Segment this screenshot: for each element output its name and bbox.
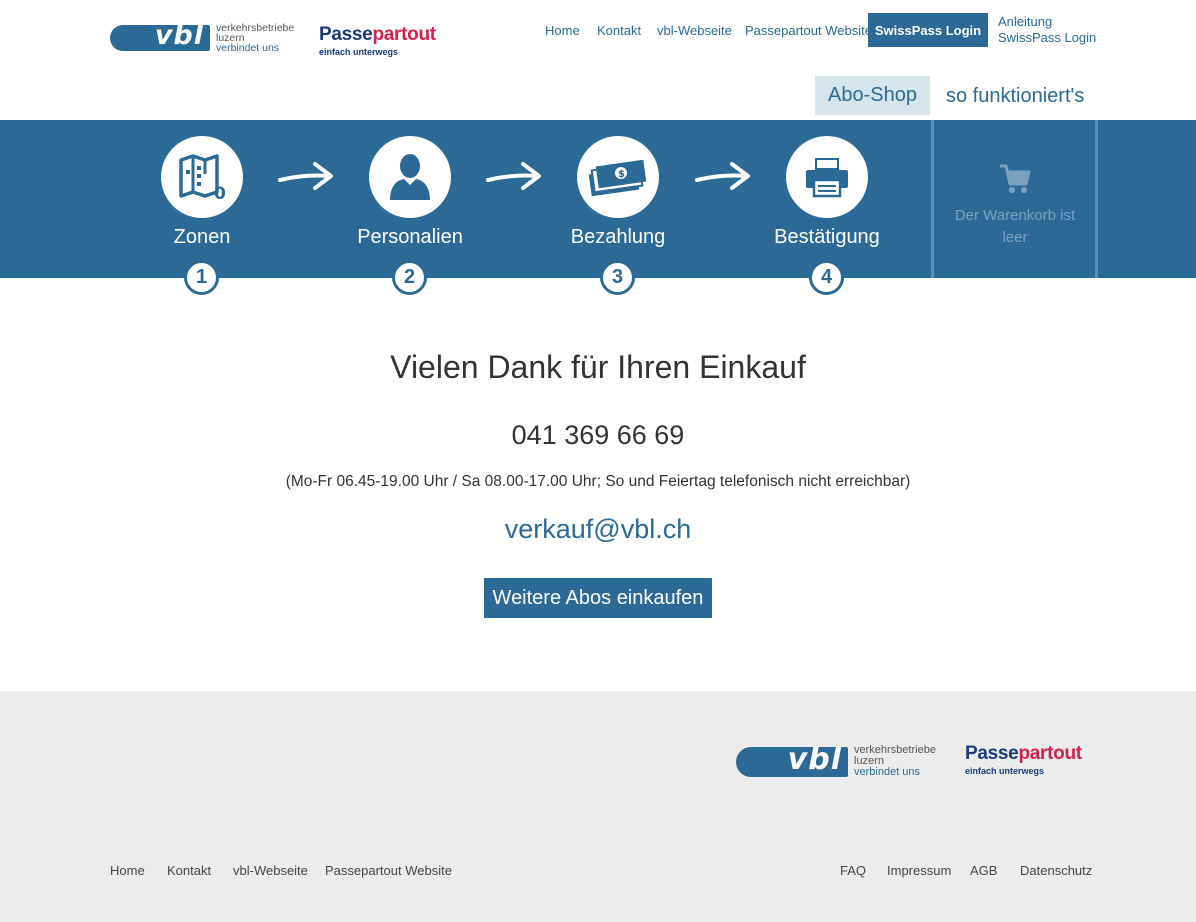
step-label: Zonen [173,226,231,248]
printer-icon [786,136,868,218]
nav-vbl-webseite[interactable]: vbl-Webseite [657,23,732,38]
shopping-cart[interactable]: Der Warenkorb ist leer [935,120,1095,278]
footer-link-home[interactable]: Home [110,863,145,878]
footer-link-kontakt[interactable]: Kontakt [167,863,211,878]
footer-link-agb[interactable]: AGB [970,863,997,878]
tab-so-funktionierts[interactable]: so funktioniert's [946,85,1084,108]
vbl-logo-mark: vbl [736,742,848,777]
phone-number[interactable]: 041 369 66 69 [0,420,1196,451]
footer-link-impressum[interactable]: Impressum [887,863,951,878]
nav-anleitung-swisspass-login[interactable]: Anleitung SwissPass Login [998,14,1096,46]
nav-home[interactable]: Home [545,23,580,38]
step-bezahlung: $ Bezahlung [528,136,708,249]
footer-link-vbl-webseite[interactable]: vbl-Webseite [233,863,308,878]
money-icon: $ [577,136,659,218]
map-zones-icon: 0 [161,136,243,218]
svg-text:$: $ [618,169,625,180]
page-title: Vielen Dank für Ihren Einkauf [390,349,806,385]
nav-kontakt[interactable]: Kontakt [597,23,641,38]
cart-divider-left [931,120,934,278]
header: vbl verkehrsbetriebe luzern verbindet un… [0,0,1196,120]
arrow-right-icon [695,162,750,190]
opening-hours: (Mo-Fr 06.45-19.00 Uhr / Sa 08.00-17.00 … [285,473,911,490]
step-label: Bestätigung [774,226,880,248]
cart-icon [1000,164,1031,193]
arrow-right-icon [278,162,333,190]
footer-link-datenschutz[interactable]: Datenschutz [1020,863,1092,878]
main-content: Vielen Dank für Ihren Einkauf 041 369 66… [0,278,1196,691]
step-personalien: Personalien [320,136,500,249]
tab-abo-shop[interactable]: Abo-Shop [815,76,930,115]
step-bestaetigung: Bestätigung [737,136,917,249]
step-zonen: 0 Zonen [112,136,292,249]
email-link[interactable]: verkauf@vbl.ch [0,514,1196,545]
vbl-logo-text: verkehrsbetriebe luzern verbindet uns [854,744,936,778]
footer: vbl verkehrsbetriebe luzern verbindet un… [0,691,1196,922]
footer-link-passepartout-website[interactable]: Passepartout Website [325,863,452,878]
footer-link-faq[interactable]: FAQ [840,863,866,878]
cart-divider-right [1095,120,1098,278]
passepartout-logo[interactable]: Passepartout einfach unterwegs [965,744,1082,776]
vbl-logo[interactable]: vbl verkehrsbetriebe luzern verbindet un… [736,742,936,778]
person-icon [369,136,451,218]
swisspass-login-button[interactable]: SwissPass Login [868,13,988,47]
cart-empty-text: Der Warenkorb ist leer [954,207,1076,246]
arrow-right-icon [486,162,541,190]
step-label: Personalien [357,226,463,248]
svg-text:0: 0 [214,184,226,202]
top-nav: Home Kontakt vbl-Webseite Passepartout W… [0,13,1196,49]
step-label: Bezahlung [570,226,666,248]
nav-passepartout-website[interactable]: Passepartout Website [745,23,872,38]
more-abos-button[interactable]: Weitere Abos einkaufen [484,578,712,618]
